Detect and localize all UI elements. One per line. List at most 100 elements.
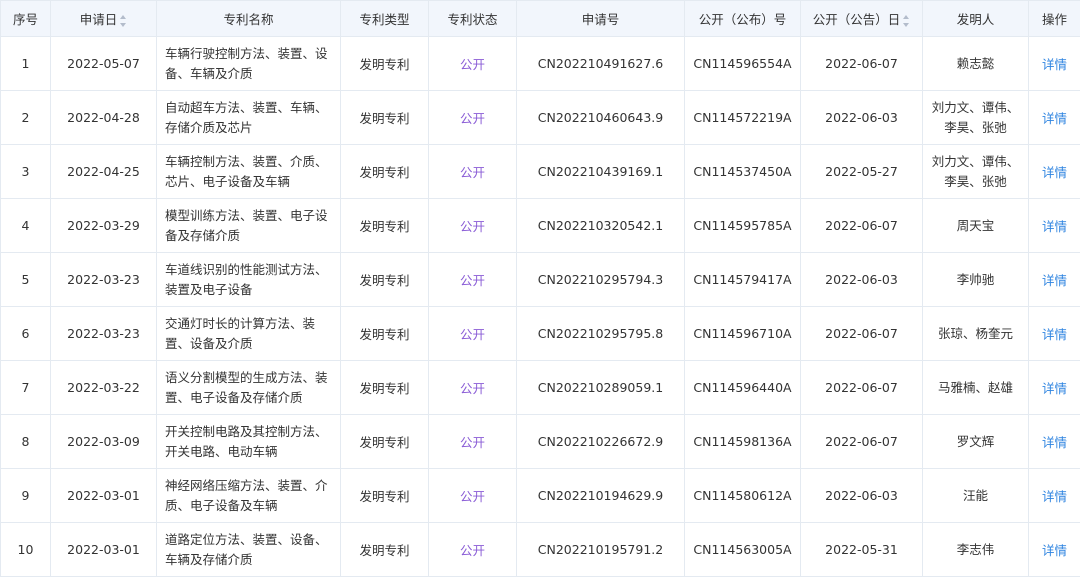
cell-pub-no: CN114596440A <box>684 360 801 415</box>
cell-pub-no: CN114579417A <box>684 252 801 307</box>
cell-apply-no: CN202210289059.1 <box>516 360 685 415</box>
table-row: 3 2022-04-25 车辆控制方法、装置、介质、芯片、电子设备及车辆 发明专… <box>0 144 1080 199</box>
column-header-type: 专利类型 <box>340 0 429 37</box>
column-header-index: 序号 <box>0 0 51 37</box>
cell-title: 开关控制电路及其控制方法、开关电路、电动车辆 <box>156 414 341 469</box>
cell-type: 发明专利 <box>340 306 429 361</box>
cell-pub-no: CN114537450A <box>684 144 801 199</box>
cell-type: 发明专利 <box>340 414 429 469</box>
cell-title: 车辆行驶控制方法、装置、设备、车辆及介质 <box>156 36 341 91</box>
cell-index: 6 <box>0 306 51 361</box>
cell-pub-no: CN114595785A <box>684 198 801 253</box>
table-row: 7 2022-03-22 语义分割模型的生成方法、装置、电子设备及存储介质 发明… <box>0 360 1080 415</box>
table-row: 1 2022-05-07 车辆行驶控制方法、装置、设备、车辆及介质 发明专利 公… <box>0 36 1080 91</box>
table-header-row: 序号 申请日 专利名称 专利类型 专利状态 申请号 公开（公布）号 公开（公告）… <box>0 0 1080 37</box>
cell-status: 公开 <box>428 468 517 523</box>
cell-pub-date: 2022-06-07 <box>800 414 923 469</box>
detail-link[interactable]: 详情 <box>1028 90 1080 145</box>
cell-apply-no: CN202210439169.1 <box>516 144 685 199</box>
cell-pub-date: 2022-06-07 <box>800 306 923 361</box>
cell-apply-date: 2022-03-23 <box>50 252 157 307</box>
cell-pub-no: CN114598136A <box>684 414 801 469</box>
cell-index: 4 <box>0 198 51 253</box>
cell-title: 神经网络压缩方法、装置、介质、电子设备及车辆 <box>156 468 341 523</box>
cell-title: 自动超车方法、装置、车辆、存储介质及芯片 <box>156 90 341 145</box>
detail-link[interactable]: 详情 <box>1028 414 1080 469</box>
cell-type: 发明专利 <box>340 90 429 145</box>
cell-status: 公开 <box>428 198 517 253</box>
cell-apply-date: 2022-03-01 <box>50 522 157 577</box>
cell-status: 公开 <box>428 36 517 91</box>
cell-apply-no: CN202210195791.2 <box>516 522 685 577</box>
cell-apply-date: 2022-03-22 <box>50 360 157 415</box>
cell-pub-date: 2022-06-07 <box>800 36 923 91</box>
cell-apply-no: CN202210320542.1 <box>516 198 685 253</box>
cell-type: 发明专利 <box>340 360 429 415</box>
cell-title: 车道线识别的性能测试方法、装置及电子设备 <box>156 252 341 307</box>
cell-inventors: 马雅楠、赵雄 <box>922 360 1029 415</box>
cell-pub-no: CN114580612A <box>684 468 801 523</box>
cell-type: 发明专利 <box>340 252 429 307</box>
cell-pub-date: 2022-06-03 <box>800 252 923 307</box>
table-row: 10 2022-03-01 道路定位方法、装置、设备、车辆及存储介质 发明专利 … <box>0 522 1080 577</box>
cell-inventors: 周天宝 <box>922 198 1029 253</box>
cell-title: 交通灯时长的计算方法、装置、设备及介质 <box>156 306 341 361</box>
column-header-inventors: 发明人 <box>922 0 1029 37</box>
cell-pub-no: CN114596554A <box>684 36 801 91</box>
cell-index: 9 <box>0 468 51 523</box>
detail-link[interactable]: 详情 <box>1028 144 1080 199</box>
cell-pub-date: 2022-05-27 <box>800 144 923 199</box>
patent-table: 序号 申请日 专利名称 专利类型 专利状态 申请号 公开（公布）号 公开（公告）… <box>0 0 1080 577</box>
cell-index: 7 <box>0 360 51 415</box>
cell-inventors: 赖志懿 <box>922 36 1029 91</box>
detail-link[interactable]: 详情 <box>1028 360 1080 415</box>
cell-inventors: 李帅驰 <box>922 252 1029 307</box>
cell-type: 发明专利 <box>340 468 429 523</box>
cell-index: 3 <box>0 144 51 199</box>
cell-apply-no: CN202210295795.8 <box>516 306 685 361</box>
cell-type: 发明专利 <box>340 522 429 577</box>
cell-pub-date: 2022-06-07 <box>800 360 923 415</box>
detail-link[interactable]: 详情 <box>1028 36 1080 91</box>
cell-pub-no: CN114596710A <box>684 306 801 361</box>
column-header-title: 专利名称 <box>156 0 341 37</box>
cell-inventors: 汪能 <box>922 468 1029 523</box>
column-header-pub-date[interactable]: 公开（公告）日 <box>800 0 923 37</box>
cell-status: 公开 <box>428 306 517 361</box>
detail-link[interactable]: 详情 <box>1028 252 1080 307</box>
table-row: 2 2022-04-28 自动超车方法、装置、车辆、存储介质及芯片 发明专利 公… <box>0 90 1080 145</box>
cell-pub-no: CN114572219A <box>684 90 801 145</box>
cell-index: 2 <box>0 90 51 145</box>
cell-index: 8 <box>0 414 51 469</box>
cell-inventors: 李志伟 <box>922 522 1029 577</box>
cell-status: 公开 <box>428 90 517 145</box>
cell-title: 模型训练方法、装置、电子设备及存储介质 <box>156 198 341 253</box>
sort-icon[interactable] <box>903 14 910 27</box>
detail-link[interactable]: 详情 <box>1028 198 1080 253</box>
cell-index: 1 <box>0 36 51 91</box>
table-row: 4 2022-03-29 模型训练方法、装置、电子设备及存储介质 发明专利 公开… <box>0 198 1080 253</box>
cell-apply-no: CN202210226672.9 <box>516 414 685 469</box>
cell-pub-date: 2022-06-03 <box>800 468 923 523</box>
column-header-apply-no: 申请号 <box>516 0 685 37</box>
cell-pub-date: 2022-06-03 <box>800 90 923 145</box>
detail-link[interactable]: 详情 <box>1028 468 1080 523</box>
cell-apply-no: CN202210295794.3 <box>516 252 685 307</box>
cell-inventors: 张琼、杨奎元 <box>922 306 1029 361</box>
cell-status: 公开 <box>428 360 517 415</box>
cell-apply-date: 2022-03-01 <box>50 468 157 523</box>
cell-pub-no: CN114563005A <box>684 522 801 577</box>
cell-apply-date: 2022-03-09 <box>50 414 157 469</box>
cell-index: 10 <box>0 522 51 577</box>
detail-link[interactable]: 详情 <box>1028 306 1080 361</box>
table-row: 5 2022-03-23 车道线识别的性能测试方法、装置及电子设备 发明专利 公… <box>0 252 1080 307</box>
cell-status: 公开 <box>428 522 517 577</box>
detail-link[interactable]: 详情 <box>1028 522 1080 577</box>
cell-apply-no: CN202210460643.9 <box>516 90 685 145</box>
column-header-apply-date[interactable]: 申请日 <box>50 0 157 37</box>
cell-inventors: 刘力文、谭伟、李昊、张弛 <box>922 144 1029 199</box>
sort-icon[interactable] <box>120 14 127 27</box>
column-header-pub-no: 公开（公布）号 <box>684 0 801 37</box>
cell-title: 车辆控制方法、装置、介质、芯片、电子设备及车辆 <box>156 144 341 199</box>
cell-title: 道路定位方法、装置、设备、车辆及存储介质 <box>156 522 341 577</box>
